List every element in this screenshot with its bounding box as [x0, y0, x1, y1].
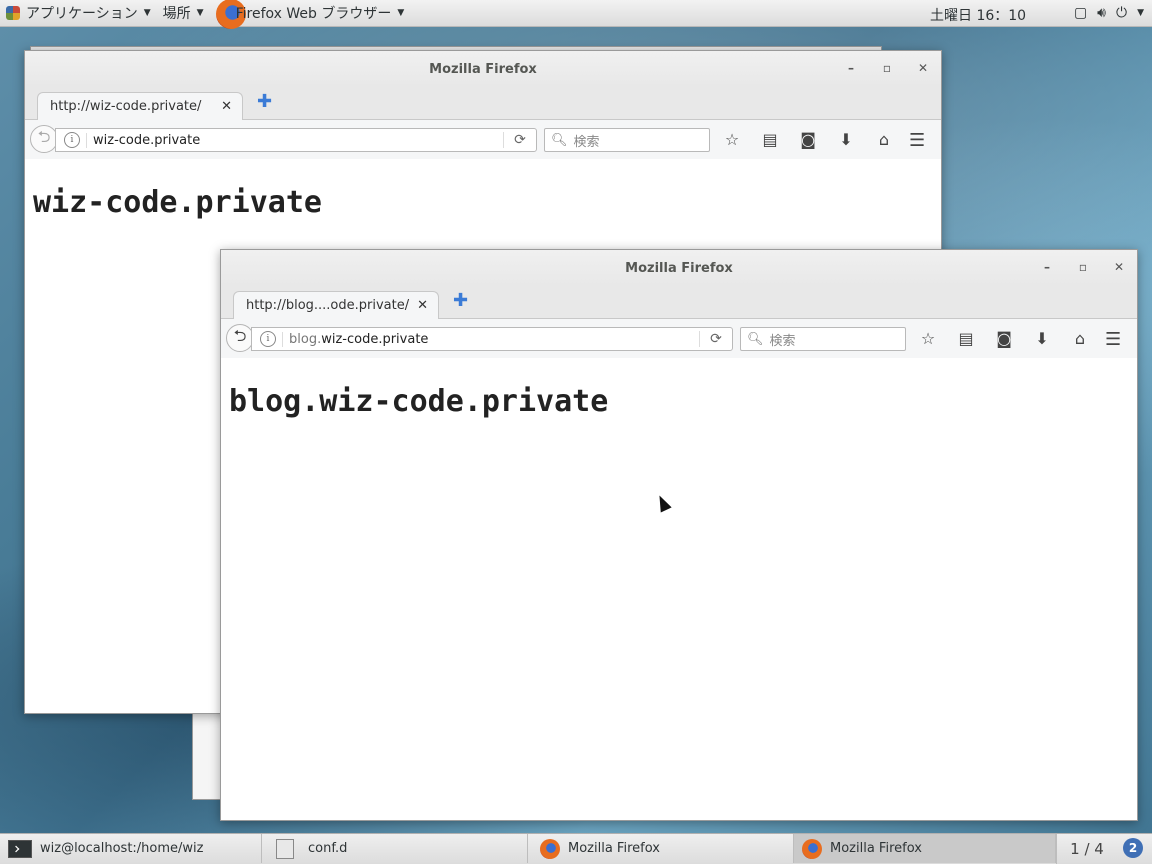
- new-tab-button[interactable]: ✚: [257, 93, 272, 111]
- chevron-down-icon: ▼: [397, 8, 405, 18]
- info-icon[interactable]: i: [64, 132, 80, 148]
- firefox-icon: [540, 838, 560, 859]
- power-icon: ⏻: [1116, 5, 1128, 21]
- reload-icon[interactable]: ⟳: [699, 331, 732, 347]
- menu-icon[interactable]: ☰: [1105, 329, 1121, 350]
- nav-bar: ⮌ i blog.wiz-code.private ⟳ 🔍︎ 検索 ☆ ▤ ◙ …: [221, 319, 1137, 360]
- url-text[interactable]: wiz-code.private: [86, 132, 503, 148]
- info-icon[interactable]: i: [260, 331, 276, 347]
- file-icon: [276, 838, 294, 859]
- url-bar[interactable]: i wiz-code.private ⟳: [55, 128, 537, 152]
- back-button[interactable]: ⮌: [226, 324, 254, 352]
- chevron-down-icon: ▼: [196, 8, 204, 18]
- places-menu[interactable]: 場所 ▼: [157, 0, 210, 26]
- reload-icon[interactable]: ⟳: [503, 132, 536, 148]
- search-input[interactable]: 🔍︎ 検索: [740, 327, 906, 351]
- applications-icon: [6, 6, 20, 20]
- volume-icon: 🔊︎: [1097, 5, 1106, 21]
- task-firefox-1[interactable]: Mozilla Firefox: [528, 834, 794, 863]
- back-button[interactable]: ⮌: [30, 125, 58, 153]
- chevron-down-icon: ▼: [1137, 8, 1144, 18]
- chevron-down-icon: ▼: [143, 8, 151, 18]
- window-icon: ▢: [1073, 5, 1088, 21]
- terminal-icon: [8, 839, 32, 858]
- page-content: blog.wiz-code.private: [221, 358, 1137, 820]
- maximize-button[interactable]: ▫: [869, 61, 905, 75]
- task-firefox-2[interactable]: Mozilla Firefox: [794, 834, 1056, 863]
- clock[interactable]: 土曜日 16：10: [930, 5, 1026, 25]
- page-heading: blog.wiz-code.private: [229, 384, 609, 419]
- new-tab-button[interactable]: ✚: [453, 292, 468, 310]
- toolbar-icons: ☆ ▤ ◙ ⬇ ⌂: [909, 329, 1099, 348]
- minimize-button[interactable]: –: [833, 61, 869, 75]
- pocket-icon[interactable]: ◙: [985, 329, 1023, 348]
- task-conf-d[interactable]: conf.d: [262, 834, 528, 863]
- search-icon: 🔍︎: [551, 132, 568, 148]
- window-titlebar[interactable]: Mozilla Firefox – ▫ ✕: [221, 250, 1137, 286]
- tab-blog[interactable]: http://blog....ode.private/ ✕: [233, 291, 439, 319]
- toolbar-icons: ☆ ▤ ◙ ⬇ ⌂: [713, 130, 903, 149]
- maximize-button[interactable]: ▫: [1065, 260, 1101, 274]
- home-icon[interactable]: ⌂: [865, 130, 903, 149]
- pocket-icon[interactable]: ◙: [789, 130, 827, 149]
- firefox-icon: [802, 838, 822, 859]
- workspace-pager[interactable]: 1 / 4: [1056, 834, 1117, 864]
- menu-icon[interactable]: ☰: [909, 130, 925, 151]
- minimize-button[interactable]: –: [1029, 260, 1065, 274]
- nav-bar: ⮌ i wiz-code.private ⟳ 🔍︎ 検索 ☆ ▤ ◙ ⬇ ⌂ ☰: [25, 120, 941, 161]
- tab-strip: http://blog....ode.private/ ✕ ✚: [221, 286, 1137, 319]
- system-tray[interactable]: ▢ 🔊︎ ⏻ ▼: [1074, 0, 1144, 26]
- page-heading: wiz-code.private: [33, 185, 322, 220]
- download-icon[interactable]: ⬇: [1023, 329, 1061, 348]
- reading-list-icon[interactable]: ▤: [947, 329, 985, 348]
- tab-wiz-code[interactable]: http://wiz-code.private/ ✕: [37, 92, 243, 120]
- url-text[interactable]: blog.wiz-code.private: [282, 331, 699, 347]
- url-bar[interactable]: i blog.wiz-code.private ⟳: [251, 327, 733, 351]
- tab-strip: http://wiz-code.private/ ✕ ✚: [25, 87, 941, 120]
- applications-menu[interactable]: アプリケーション ▼: [0, 0, 157, 26]
- taskbar: wiz@localhost:/home/wiz conf.d Mozilla F…: [0, 833, 1152, 864]
- close-icon[interactable]: ✕: [221, 99, 232, 114]
- top-panel: アプリケーション ▼ 場所 ▼ Firefox Web ブラウザー ▼ 土曜日 …: [0, 0, 1152, 29]
- task-terminal[interactable]: wiz@localhost:/home/wiz: [0, 834, 262, 863]
- firefox-window-front[interactable]: Mozilla Firefox – ▫ ✕ http://blog....ode…: [220, 249, 1138, 821]
- window-titlebar[interactable]: Mozilla Firefox – ▫ ✕: [25, 51, 941, 87]
- search-input[interactable]: 🔍︎ 検索: [544, 128, 710, 152]
- bookmark-star-icon[interactable]: ☆: [713, 130, 751, 149]
- close-button[interactable]: ✕: [905, 61, 941, 75]
- notification-badge[interactable]: 2: [1123, 838, 1143, 858]
- search-icon: 🔍︎: [747, 331, 764, 347]
- download-icon[interactable]: ⬇: [827, 130, 865, 149]
- reading-list-icon[interactable]: ▤: [751, 130, 789, 149]
- app-menu[interactable]: Firefox Web ブラウザー ▼: [210, 0, 411, 29]
- close-icon[interactable]: ✕: [417, 298, 428, 313]
- close-button[interactable]: ✕: [1101, 260, 1137, 274]
- home-icon[interactable]: ⌂: [1061, 329, 1099, 348]
- bookmark-star-icon[interactable]: ☆: [909, 329, 947, 348]
